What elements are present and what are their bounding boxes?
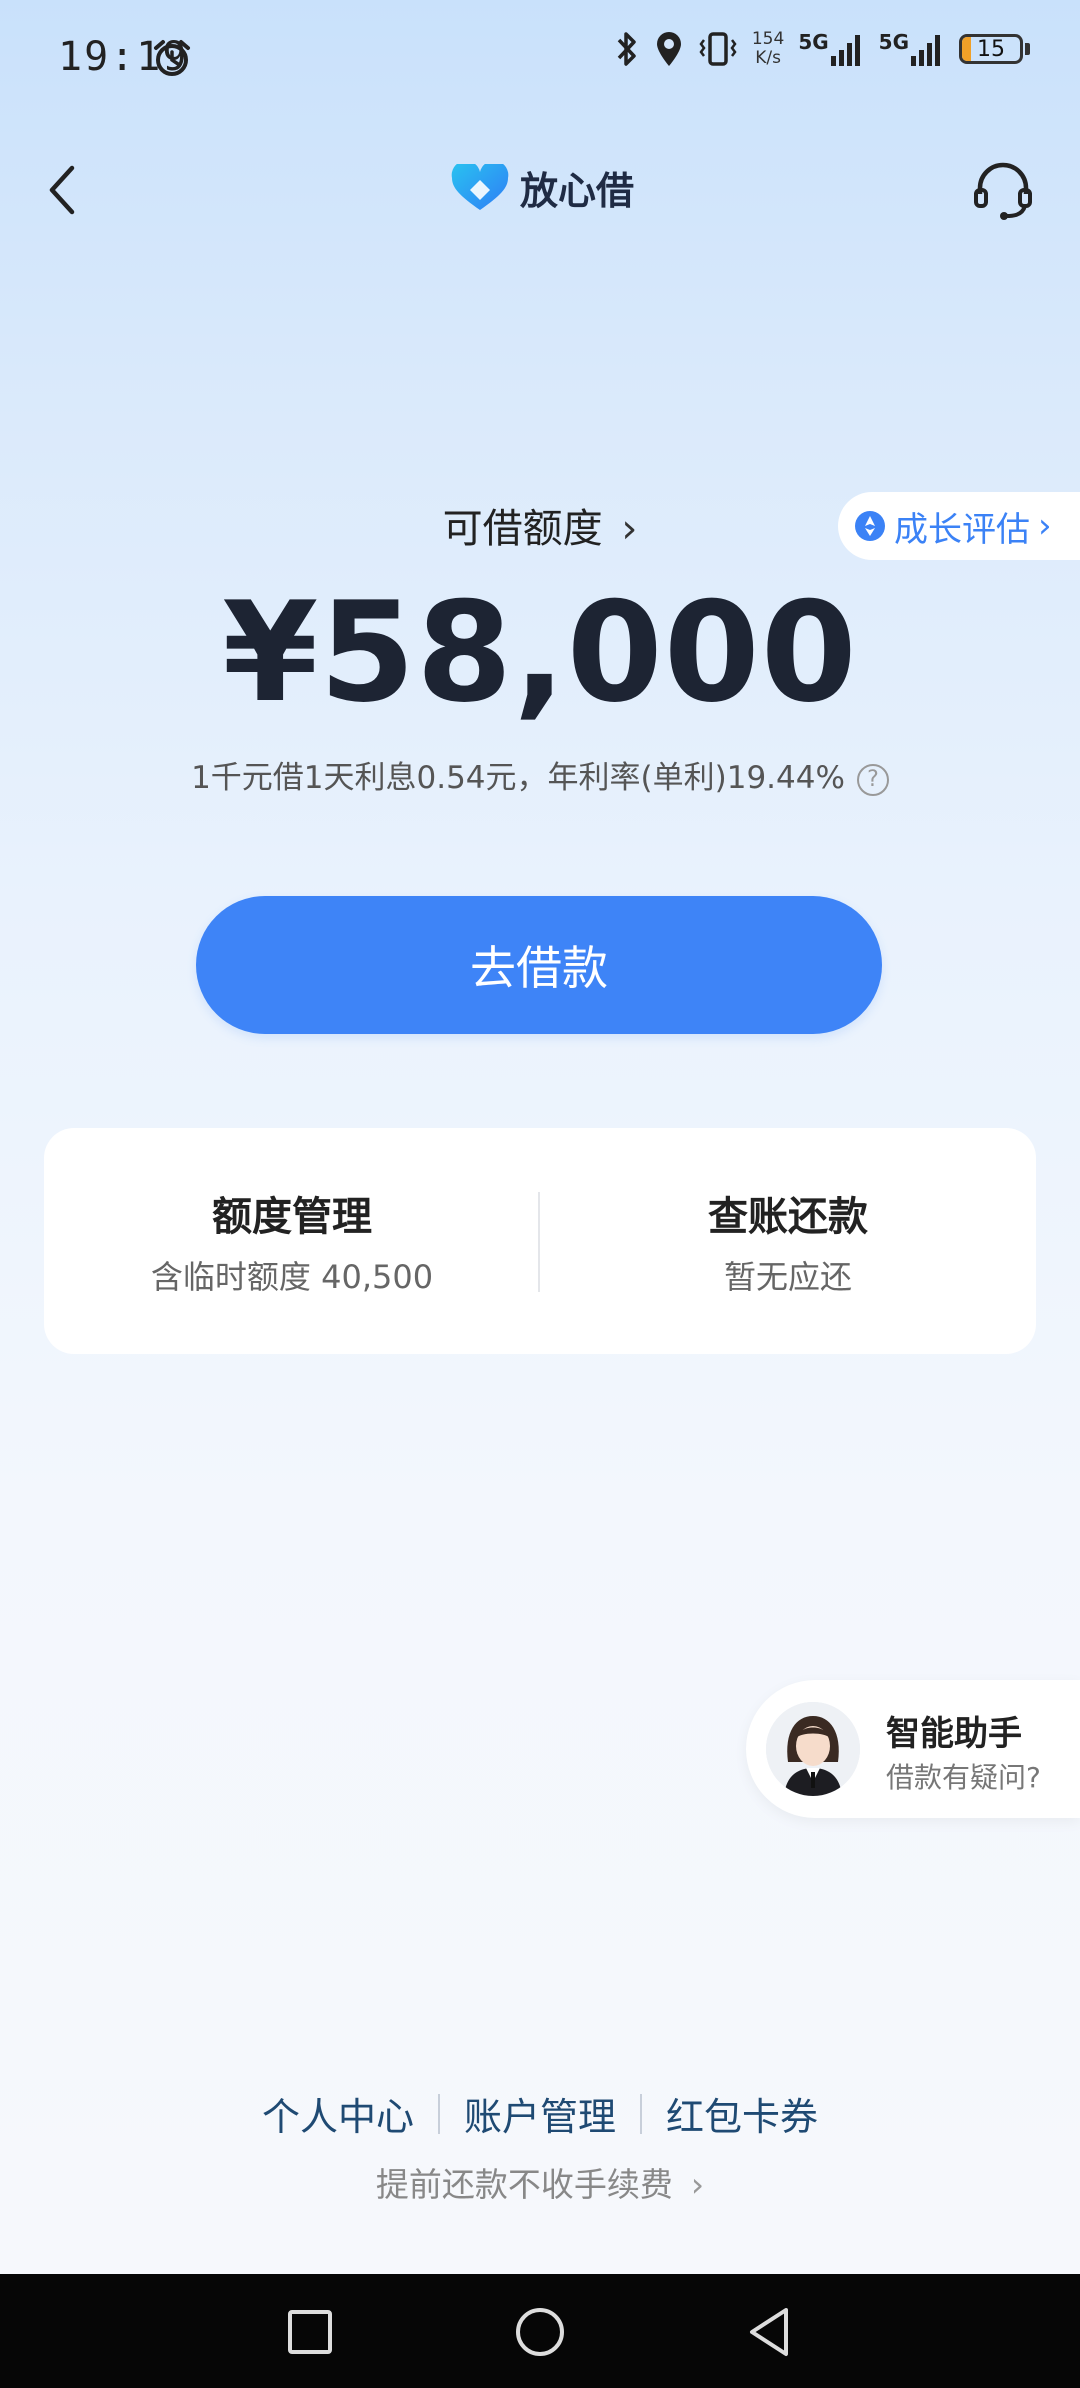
bill-repay-subtitle: 暂无应还 [723, 1258, 852, 1296]
signal-1-label: 5G [798, 30, 829, 54]
brand-name: 放心借 [520, 169, 635, 213]
assistant-subtitle: 借款有疑问? [886, 1761, 1041, 1794]
status-bar: 19:19 154 K/s 5G 5G 15 [0, 0, 1080, 120]
vibrate-icon [699, 32, 737, 66]
rate-info: 1千元借1天利息0.54元，年利率(单利)19.44%? [0, 752, 1080, 797]
battery-icon: 15 [959, 34, 1023, 64]
signal-icon [911, 35, 940, 66]
location-icon [656, 32, 681, 66]
back-icon[interactable] [40, 160, 90, 220]
home-icon[interactable] [510, 2302, 570, 2362]
personal-center-link[interactable]: 个人中心 [238, 2086, 438, 2141]
back-nav-icon[interactable] [740, 2302, 800, 2362]
rate-text: 1千元借1天利息0.54元，年利率(单利)19.44% [191, 760, 845, 796]
alarm-icon [154, 40, 190, 76]
signal-2: 5G [878, 30, 945, 66]
prepay-note-link[interactable]: 提前还款不收手续费 › [0, 2158, 1080, 2206]
smart-assistant-button[interactable]: 智能助手 借款有疑问? [746, 1680, 1080, 1818]
bluetooth-icon [617, 32, 636, 66]
assistant-title: 智能助手 [886, 1714, 1022, 1754]
chevron-right-icon: › [690, 2165, 705, 2204]
top-bar: 放心借 [0, 140, 1080, 240]
assistant-avatar-image [766, 1702, 860, 1796]
signal-icon [830, 35, 860, 66]
help-icon[interactable]: ? [856, 763, 889, 796]
action-card: 额度管理 含临时额度 40,500 查账还款 暂无应还 [44, 1128, 1036, 1354]
brand: 放心借 [450, 160, 634, 215]
bill-repay-button[interactable]: 查账还款 暂无应还 [540, 1128, 1036, 1354]
prepay-note: 提前还款不收手续费 [375, 2165, 673, 2204]
credit-amount: ¥58,000 [222, 572, 858, 733]
signal-2-label: 5G [878, 30, 909, 54]
net-speed: 154 K/s [752, 30, 784, 68]
net-speed-unit: K/s [755, 48, 781, 68]
bill-repay-title: 查账还款 [708, 1194, 868, 1240]
footer-links: 个人中心 账户管理 红包卡券 [0, 2086, 1080, 2141]
battery-level: 15 [977, 36, 1005, 62]
available-credit-title[interactable]: 可借额度 › [0, 496, 1080, 554]
customer-service-icon[interactable] [972, 158, 1034, 222]
recent-apps-icon[interactable] [280, 2302, 340, 2362]
chevron-right-icon: › [621, 506, 638, 552]
brand-logo-icon [451, 163, 509, 210]
battery-tip [1025, 43, 1030, 55]
account-management-link[interactable]: 账户管理 [440, 2086, 640, 2141]
quota-management-subtitle: 含临时额度 40,500 [150, 1258, 434, 1296]
system-nav-bar [0, 2274, 1080, 2388]
net-speed-value: 154 [751, 29, 785, 49]
quota-management-button[interactable]: 额度管理 含临时额度 40,500 [44, 1128, 540, 1354]
available-credit-label: 可借额度 [442, 506, 603, 552]
coupons-link[interactable]: 红包卡券 [642, 2086, 842, 2141]
signal-1: 5G [798, 30, 864, 66]
quota-management-title: 额度管理 [212, 1194, 372, 1240]
borrow-button[interactable]: 去借款 [196, 896, 882, 1034]
assistant-avatar [766, 1702, 860, 1796]
